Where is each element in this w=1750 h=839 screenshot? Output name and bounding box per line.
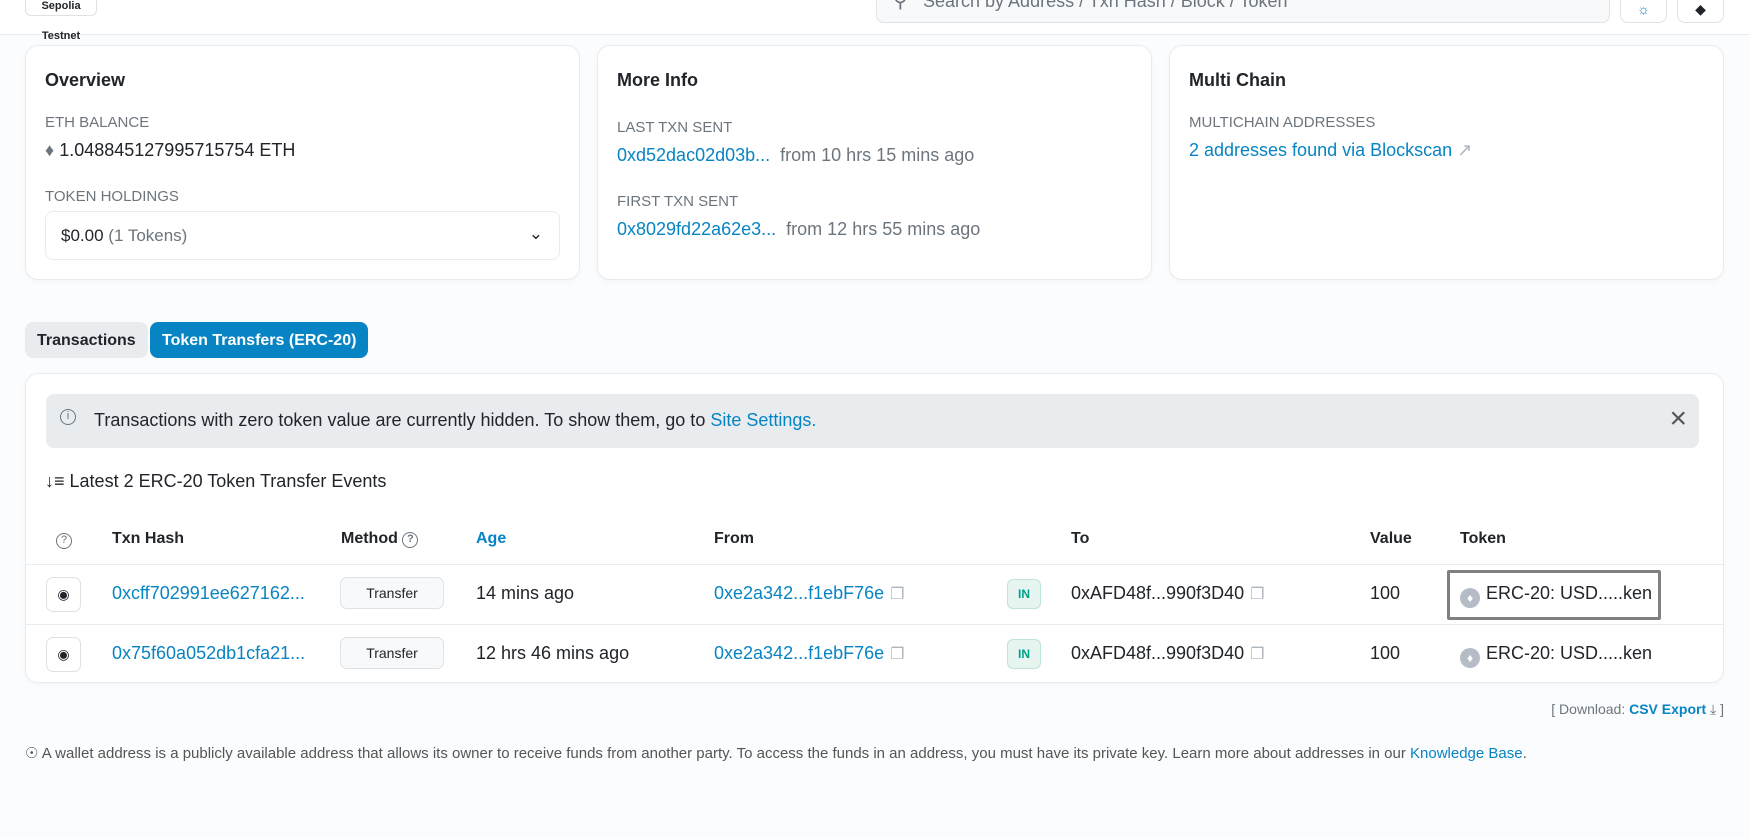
- footer-note: ☉ A wallet address is a publicly availab…: [25, 744, 1527, 762]
- tab-token-transfers[interactable]: Token Transfers (ERC-20): [150, 322, 369, 358]
- method-badge: Transfer: [340, 577, 444, 609]
- from-link[interactable]: 0xe2a342...f1ebF76e: [714, 583, 884, 603]
- card-title: Multi Chain: [1189, 70, 1286, 90]
- lightbulb-icon: ☉: [25, 745, 39, 762]
- csv-export-link[interactable]: CSV Export: [1629, 701, 1706, 717]
- col-token: Token: [1460, 530, 1506, 547]
- card-title: Overview: [45, 70, 126, 90]
- col-to: To: [1071, 530, 1090, 547]
- last-txn-label: LAST TXN SENT: [617, 119, 733, 136]
- help-icon[interactable]: ?: [402, 532, 419, 548]
- sun-icon: ☼: [1637, 1, 1650, 17]
- search-icon: ⚲: [893, 0, 908, 12]
- network-menu-button[interactable]: ◆: [1677, 0, 1724, 23]
- eye-icon[interactable]: ◉: [46, 637, 81, 672]
- network-badge[interactable]: Sepolia Testnet: [25, 0, 97, 42]
- copy-icon[interactable]: ❐: [1250, 586, 1264, 603]
- theme-toggle-button[interactable]: ☼: [1620, 0, 1667, 23]
- copy-icon[interactable]: ❐: [1250, 646, 1264, 663]
- info-icon: i: [60, 409, 76, 425]
- close-icon[interactable]: ×: [1669, 402, 1687, 436]
- last-txn-time: from 10 hrs 15 mins ago: [780, 145, 975, 165]
- top-header: Sepolia Testnet Search by Address / Txn …: [0, 0, 1750, 42]
- table-row: ◉ 0xcff702991ee627162... Transfer 14 min…: [26, 564, 1723, 624]
- token-link[interactable]: ERC-20: USD.....ken: [1486, 583, 1652, 603]
- age: 12 hrs 46 mins ago: [476, 643, 630, 663]
- multichain-label: MULTICHAIN ADDRESSES: [1189, 114, 1376, 131]
- txn-hash-link[interactable]: 0xcff702991ee627162...: [112, 583, 305, 604]
- search-input[interactable]: Search by Address / Txn Hash / Block / T…: [876, 0, 1610, 23]
- multi-chain-card: Multi Chain MULTICHAIN ADDRESSES 2 addre…: [1169, 45, 1724, 280]
- site-settings-link[interactable]: Site Settings.: [710, 410, 816, 430]
- alert-text: Transactions with zero token value are c…: [94, 410, 711, 430]
- token-holdings-dropdown[interactable]: $0.00 (1 Tokens) ⌄: [45, 211, 560, 260]
- last-txn-link[interactable]: 0xd52dac02d03b...: [617, 145, 770, 165]
- more-info-card: More Info LAST TXN SENT 0xd52dac02d03b..…: [597, 45, 1152, 280]
- token-holdings-label: TOKEN HOLDINGS: [45, 188, 179, 205]
- eth-balance-label: ETH BALANCE: [45, 114, 150, 131]
- col-age[interactable]: Age: [476, 530, 506, 548]
- copy-icon[interactable]: ❐: [890, 646, 904, 663]
- knowledge-base-link[interactable]: Knowledge Base: [1410, 745, 1523, 762]
- summary-text: Latest 2 ERC-20 Token Transfer Events: [69, 471, 387, 491]
- to-address: 0xAFD48f...990f3D40: [1071, 583, 1245, 603]
- col-method: Method: [341, 530, 398, 547]
- first-txn-label: FIRST TXN SENT: [617, 193, 739, 210]
- direction-badge: IN: [1007, 579, 1041, 609]
- to-address: 0xAFD48f...990f3D40: [1071, 643, 1245, 663]
- value: 100: [1370, 643, 1401, 663]
- table-row: ◉ 0x75f60a052db1cfa21... Transfer 12 hrs…: [26, 624, 1723, 684]
- footer-text: A wallet address is a publicly available…: [41, 745, 1411, 762]
- ethereum-icon: ♦: [45, 140, 55, 160]
- from-link[interactable]: 0xe2a342...f1ebF76e: [714, 643, 884, 663]
- sort-icon: ↓≡: [45, 471, 65, 491]
- value: 100: [1370, 583, 1401, 603]
- blockscan-link[interactable]: 2 addresses found via Blockscan: [1189, 140, 1452, 160]
- method-badge: Transfer: [340, 637, 444, 669]
- tab-transactions[interactable]: Transactions: [25, 322, 148, 358]
- col-from: From: [714, 530, 754, 547]
- copy-icon[interactable]: ❐: [890, 586, 904, 603]
- eye-icon[interactable]: ◉: [46, 577, 81, 612]
- txn-hash-link[interactable]: 0x75f60a052db1cfa21...: [112, 643, 305, 664]
- first-txn-link[interactable]: 0x8029fd22a62e3...: [617, 219, 776, 239]
- transfers-card: i Transactions with zero token value are…: [25, 373, 1724, 683]
- token-value: $0.00: [61, 226, 104, 245]
- ethereum-icon: ◆: [1695, 1, 1706, 17]
- token-link[interactable]: ERC-20: USD.....ken: [1486, 643, 1652, 663]
- zero-value-alert: i Transactions with zero token value are…: [46, 394, 1699, 448]
- col-txn-hash: Txn Hash: [112, 530, 185, 547]
- token-icon: ♦: [1460, 588, 1480, 608]
- token-icon: ♦: [1460, 648, 1480, 668]
- download-icon: ⤓: [1710, 701, 1717, 717]
- footer-end: .: [1522, 745, 1527, 762]
- col-value: Value: [1370, 530, 1412, 547]
- direction-badge: IN: [1007, 639, 1041, 669]
- summary: ↓≡ Latest 2 ERC-20 Token Transfer Events: [45, 471, 386, 492]
- token-count: (1 Tokens): [108, 226, 188, 245]
- overview-card: Overview ETH BALANCE ♦ 1.048845127995715…: [25, 45, 580, 280]
- external-link-icon: ↗: [1457, 140, 1473, 160]
- download-line: [ Download: CSV Export ⤓ ]: [1551, 701, 1724, 718]
- age: 14 mins ago: [476, 583, 575, 603]
- first-txn-time: from 12 hrs 55 mins ago: [786, 219, 981, 239]
- download-suffix: ]: [1720, 701, 1724, 717]
- card-title: More Info: [617, 70, 698, 90]
- eth-balance: 1.048845127995715754 ETH: [59, 140, 296, 160]
- chevron-down-icon: ⌄: [528, 224, 543, 243]
- download-prefix: [ Download:: [1551, 701, 1626, 717]
- help-icon[interactable]: ?: [56, 533, 72, 549]
